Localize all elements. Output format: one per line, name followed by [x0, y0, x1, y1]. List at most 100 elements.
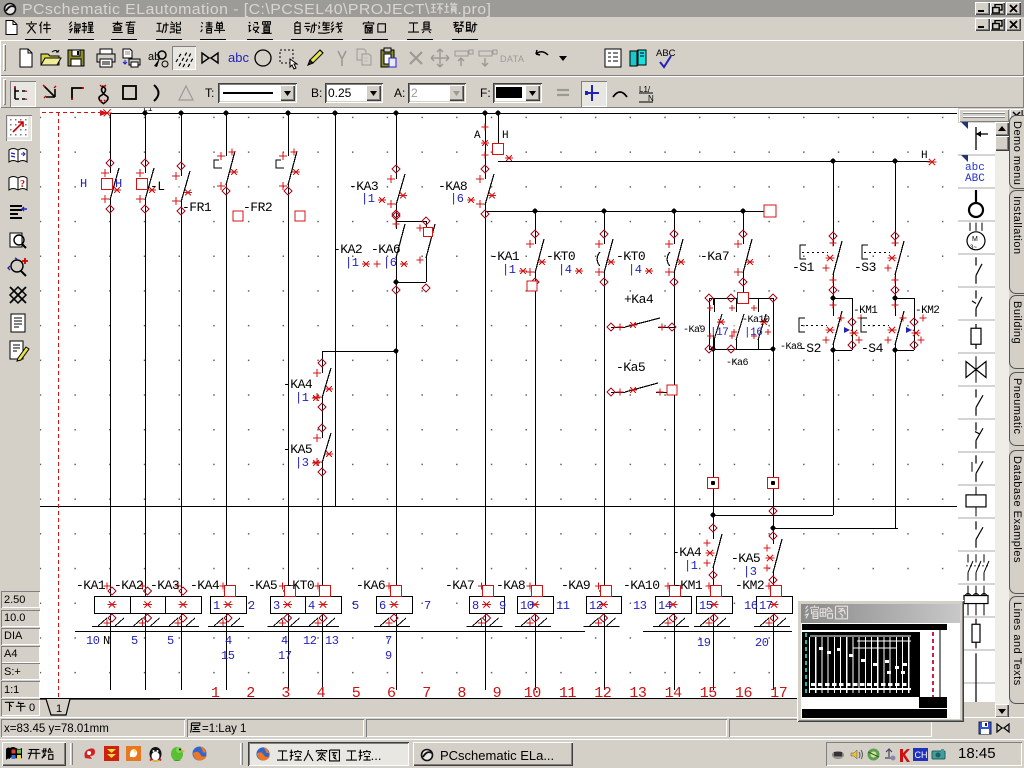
svg-text:-KM1: -KM1 — [673, 578, 703, 593]
svg-text:8: 8 — [457, 685, 466, 698]
svg-text:L1: L1 — [143, 108, 153, 114]
svg-text:7: 7 — [385, 634, 392, 648]
svg-text:-KA10: -KA10 — [623, 578, 660, 593]
svg-text:-KA5: -KA5 — [283, 442, 312, 457]
svg-text:2: 2 — [248, 599, 255, 613]
svg-text:19: 19 — [697, 636, 711, 650]
svg-text:-FR2: -FR2 — [243, 200, 272, 215]
svg-text:12: 12 — [589, 599, 603, 613]
svg-text:-Ka5: -Ka5 — [616, 360, 645, 375]
svg-text:-KT0: -KT0 — [285, 578, 314, 593]
svg-text:13: 13 — [633, 599, 647, 613]
svg-text:13: 13 — [629, 685, 647, 698]
svg-text:abc: abc — [228, 50, 249, 65]
svg-text:9: 9 — [493, 685, 502, 698]
svg-text:-L: -L — [150, 179, 165, 194]
svg-text:-S2: -S2 — [799, 341, 821, 356]
svg-text:15: 15 — [700, 685, 718, 698]
svg-text:+Ka4: +Ka4 — [624, 292, 654, 307]
svg-text:-Ka10: -Ka10 — [742, 315, 770, 326]
svg-text:M: M — [972, 236, 978, 243]
svg-text:|16: |16 — [744, 327, 762, 339]
svg-text:-KT0: -KT0 — [616, 249, 645, 264]
svg-text:5: 5 — [352, 685, 361, 698]
svg-text:-KA6: -KA6 — [371, 242, 400, 257]
svg-text:4: 4 — [308, 599, 315, 613]
svg-text:-KA5: -KA5 — [731, 551, 760, 566]
svg-text:|3: |3 — [743, 565, 757, 579]
svg-text:10: 10 — [520, 599, 534, 613]
svg-text:14: 14 — [665, 685, 683, 698]
svg-text:|1: |1 — [502, 263, 516, 277]
svg-text:1: 1 — [56, 703, 62, 715]
svg-text:3~: 3~ — [970, 245, 977, 251]
svg-text:|6: |6 — [383, 256, 397, 270]
svg-text:13: 13 — [325, 634, 339, 648]
svg-text:-KA2: -KA2 — [333, 242, 362, 257]
svg-text:-KA4: -KA4 — [283, 377, 313, 392]
svg-text:ABC: ABC — [965, 173, 985, 185]
svg-text:4: 4 — [317, 685, 326, 698]
svg-text:14: 14 — [658, 599, 672, 613]
svg-text:6: 6 — [387, 685, 396, 698]
svg-text:1: 1 — [211, 685, 220, 698]
svg-text:H: H — [921, 150, 927, 162]
svg-text:12: 12 — [303, 634, 317, 648]
svg-text:-KA1: -KA1 — [490, 249, 520, 264]
svg-text:|6: |6 — [450, 192, 464, 206]
svg-text:11: 11 — [559, 685, 577, 698]
svg-text:5: 5 — [167, 634, 174, 648]
svg-text:-KA1: -KA1 — [76, 578, 106, 593]
svg-text:20: 20 — [755, 636, 769, 650]
svg-text:10: 10 — [86, 634, 100, 648]
svg-text:?: ? — [20, 179, 25, 190]
svg-text:4: 4 — [225, 634, 232, 648]
svg-text:-KA4: -KA4 — [190, 578, 220, 593]
svg-text:-Ka9: -Ka9 — [683, 325, 706, 336]
svg-text:6: 6 — [379, 599, 386, 613]
svg-text:|17: |17 — [710, 327, 728, 339]
svg-text:|4: |4 — [628, 263, 642, 277]
svg-text:3: 3 — [273, 599, 280, 613]
svg-text:-S4: -S4 — [861, 341, 884, 356]
svg-text:9: 9 — [499, 599, 506, 613]
svg-text:-KT0: -KT0 — [546, 249, 575, 264]
svg-text:10: 10 — [524, 685, 542, 698]
svg-text:-Ka8: -Ka8 — [780, 342, 803, 353]
svg-text:8: 8 — [472, 599, 479, 613]
svg-text:5: 5 — [352, 599, 359, 613]
svg-text:-KA7: -KA7 — [445, 578, 474, 593]
svg-text:A: A — [474, 130, 481, 142]
svg-text:17: 17 — [759, 599, 773, 613]
svg-text:CH: CH — [915, 750, 928, 760]
svg-text:15: 15 — [699, 599, 713, 613]
svg-text:9: 9 — [385, 649, 392, 663]
svg-text:7: 7 — [422, 685, 431, 698]
svg-text:|1: |1 — [345, 256, 359, 270]
svg-text:2: 2 — [246, 685, 255, 698]
svg-text:3: 3 — [281, 685, 290, 698]
svg-text:4: 4 — [281, 634, 288, 648]
svg-text:1: 1 — [213, 599, 220, 613]
svg-text:H: H — [502, 130, 508, 142]
svg-text:17: 17 — [278, 649, 292, 663]
svg-text:N: N — [103, 634, 110, 648]
svg-text:12: 12 — [594, 685, 611, 698]
svg-text:-KA2: -KA2 — [114, 578, 143, 593]
svg-text:-KM2: -KM2 — [915, 305, 939, 317]
svg-text:7: 7 — [424, 599, 431, 613]
svg-text:11: 11 — [556, 599, 570, 613]
svg-text:-Ka6: -Ka6 — [726, 358, 749, 369]
svg-text:DATA: DATA — [500, 54, 524, 64]
svg-text:ABC: ABC — [656, 48, 676, 59]
svg-text:-Ka7: -Ka7 — [700, 249, 729, 264]
svg-text:-S1: -S1 — [792, 260, 815, 275]
svg-text:|1: |1 — [361, 192, 375, 206]
svg-text:H: H — [115, 177, 122, 191]
svg-text:|1: |1 — [684, 559, 698, 573]
svg-text:17: 17 — [770, 685, 787, 698]
svg-text:16: 16 — [744, 599, 758, 613]
svg-text:15: 15 — [221, 649, 235, 663]
svg-text:5: 5 — [131, 634, 138, 648]
svg-text:|3: |3 — [295, 456, 309, 470]
